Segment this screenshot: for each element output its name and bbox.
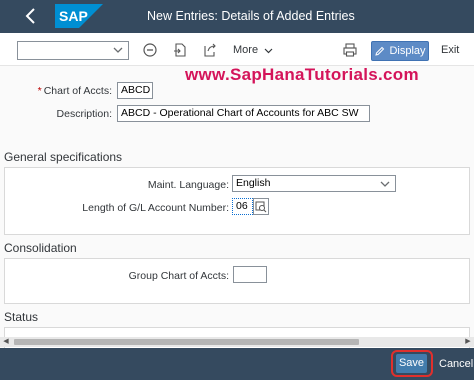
status-section-title: Status [4, 310, 39, 324]
chevron-down-icon [113, 47, 123, 53]
exit-button[interactable]: Exit [441, 44, 459, 56]
save-button[interactable]: Save [396, 354, 427, 373]
logo-text: SAP [59, 8, 88, 24]
horizontal-scrollbar[interactable]: ◀ ▶ [0, 337, 474, 347]
back-button[interactable] [22, 6, 40, 26]
required-marker: * [37, 85, 42, 97]
page-title: New Entries: Details of Added Entries [147, 9, 355, 23]
content-area: * Chart of Accts: ABCD Description: ABCD … [0, 66, 474, 350]
value-help-icon [255, 201, 267, 213]
consolidation-section-title: Consolidation [4, 241, 77, 255]
edit-icon [375, 46, 385, 56]
description-label: Description: [56, 108, 112, 120]
print-icon[interactable] [342, 42, 358, 58]
share-icon[interactable] [202, 42, 218, 58]
footer-bar: Save Cancel [0, 348, 474, 380]
more-label: More [233, 44, 259, 56]
value-help-button[interactable] [253, 198, 269, 215]
back-icon [25, 8, 35, 24]
chart-of-accts-label: * Chart of Accts: [37, 85, 112, 97]
export-icon[interactable] [172, 42, 188, 58]
display-button[interactable]: Display [371, 41, 429, 61]
scroll-right-icon[interactable]: ▶ [463, 337, 473, 347]
scrollbar-thumb[interactable] [14, 339, 359, 345]
more-button[interactable]: More [233, 44, 273, 56]
group-chart-label: Group Chart of Accts: [128, 270, 229, 282]
gl-length-label: Length of G/L Account Number: [82, 202, 229, 214]
toolbar: More Display Exit [0, 33, 474, 66]
chevron-down-icon [380, 181, 390, 187]
chevron-down-icon [264, 48, 273, 53]
language-label: Maint. Language: [147, 179, 229, 191]
watermark: www.SapHanaTutorials.com [185, 65, 419, 84]
gl-length-field[interactable]: 06 [232, 198, 253, 215]
group-chart-field[interactable] [233, 266, 267, 283]
general-section-title: General specifications [4, 150, 123, 164]
language-value: English [236, 177, 271, 189]
remove-icon[interactable] [142, 42, 158, 58]
chart-of-accts-field[interactable]: ABCD [117, 82, 153, 99]
sap-logo: SAP [55, 4, 103, 28]
variant-select[interactable] [17, 41, 129, 60]
language-select[interactable]: English [232, 175, 396, 192]
description-field[interactable]: ABCD - Operational Chart of Accounts for… [117, 105, 370, 122]
cancel-button[interactable]: Cancel [439, 358, 473, 370]
display-label: Display [389, 45, 426, 57]
scroll-left-icon[interactable]: ◀ [1, 337, 11, 347]
shell-bar: SAP New Entries: Details of Added Entrie… [0, 0, 474, 33]
